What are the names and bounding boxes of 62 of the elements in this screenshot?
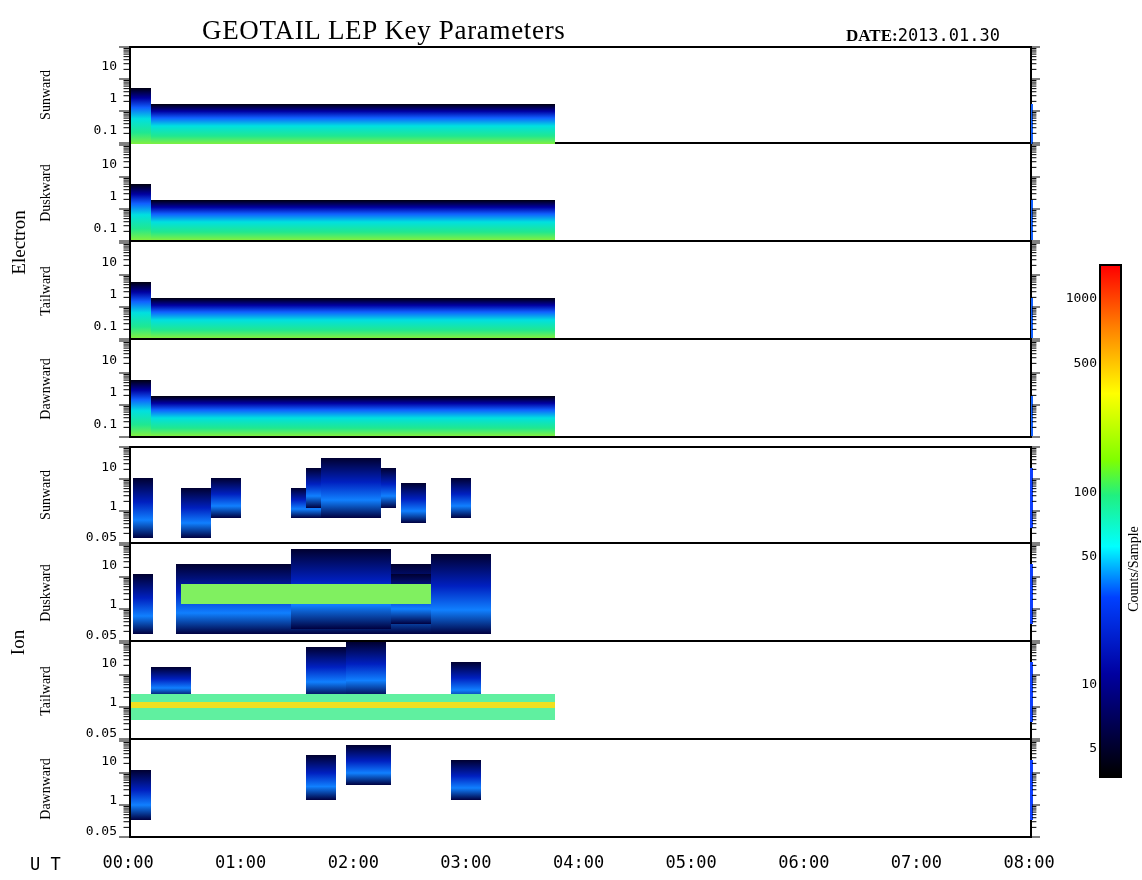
y-tick-label: 1 xyxy=(109,287,117,300)
x-tick-label: 01:00 xyxy=(215,854,267,871)
y-tick-label: 10 xyxy=(101,157,117,170)
colorbar-tick-label: 50 xyxy=(1081,549,1097,562)
chart-title: GEOTAIL LEP Key Parameters xyxy=(202,17,566,44)
panel-label: Dawnward xyxy=(39,358,53,420)
x-tick-label: 06:00 xyxy=(778,854,830,871)
date-label: DATE: xyxy=(846,27,898,44)
y-tick-label: 1 xyxy=(109,597,117,610)
colorbar-tick-label: 10 xyxy=(1081,677,1097,690)
x-tick-label: 07:00 xyxy=(890,854,942,871)
y-tick-label: 10 xyxy=(101,59,117,72)
colorbar-title: Counts/Sample xyxy=(1127,526,1141,612)
y-tick-label: 0.05 xyxy=(85,530,117,543)
y-tick-label: 0.1 xyxy=(93,123,117,136)
x-tick-label: 02:00 xyxy=(327,854,379,871)
group-label: Ion xyxy=(8,629,28,655)
x-tick-label: 08:00 xyxy=(1003,854,1055,871)
y-tick-label: 10 xyxy=(101,558,117,571)
panel-label: Duskward xyxy=(39,564,53,622)
edge-strip-drawing xyxy=(1030,564,1033,624)
edge-strip-drawing xyxy=(1031,396,1033,436)
date-value: 2013.01.30 xyxy=(897,27,1000,44)
y-tick-label: 10 xyxy=(101,656,117,669)
y-tick-label: 0.1 xyxy=(93,417,117,430)
y-tick-label: 10 xyxy=(101,460,117,473)
panel-label: Sunward xyxy=(39,70,53,120)
y-tick-label: 1 xyxy=(109,189,117,202)
edge-strip-drawing xyxy=(1030,662,1033,722)
panel-label: Sunward xyxy=(39,470,53,520)
group-label: Electron xyxy=(8,209,28,275)
y-tick-label: 10 xyxy=(101,754,117,767)
x-tick-label: 03:00 xyxy=(440,854,492,871)
y-tick-label: 10 xyxy=(101,353,117,366)
y-tick-label: 0.05 xyxy=(85,628,117,641)
y-tick-label: 0.1 xyxy=(93,221,117,234)
y-tick-label: 1 xyxy=(109,793,117,806)
x-tick-label: 05:00 xyxy=(665,854,717,871)
y-tick-label: 0.05 xyxy=(85,726,117,739)
colorbar-tick-label: 500 xyxy=(1073,356,1097,369)
panel-label: Dawnward xyxy=(39,758,53,820)
x-axis-label: U T xyxy=(29,855,62,873)
y-tick-label: 10 xyxy=(101,255,117,268)
edge-strip-drawing xyxy=(1031,104,1033,144)
colorbar-tick-label: 100 xyxy=(1073,485,1097,498)
y-tick-label: 1 xyxy=(109,91,117,104)
colorbar-tick-label: 5 xyxy=(1089,741,1097,754)
y-tick-label: 0.1 xyxy=(93,319,117,332)
edge-strip-drawing xyxy=(1030,760,1033,820)
edge-strip-drawing xyxy=(1030,468,1033,528)
panel-label: Tailward xyxy=(39,666,53,716)
y-tick-label: 1 xyxy=(109,385,117,398)
panel-label: Duskward xyxy=(39,164,53,222)
y-tick-label: 1 xyxy=(109,499,117,512)
y-tick-label: 0.05 xyxy=(85,824,117,837)
y-tick-label: 1 xyxy=(109,695,117,708)
edge-strip-drawing xyxy=(1031,200,1033,240)
panel-label: Tailward xyxy=(39,266,53,316)
colorbar-tick-label: 1000 xyxy=(1065,291,1097,304)
edge-strip-drawing xyxy=(1031,298,1033,338)
x-tick-label: 04:00 xyxy=(552,854,605,871)
x-tick-label: 00:00 xyxy=(102,854,154,871)
